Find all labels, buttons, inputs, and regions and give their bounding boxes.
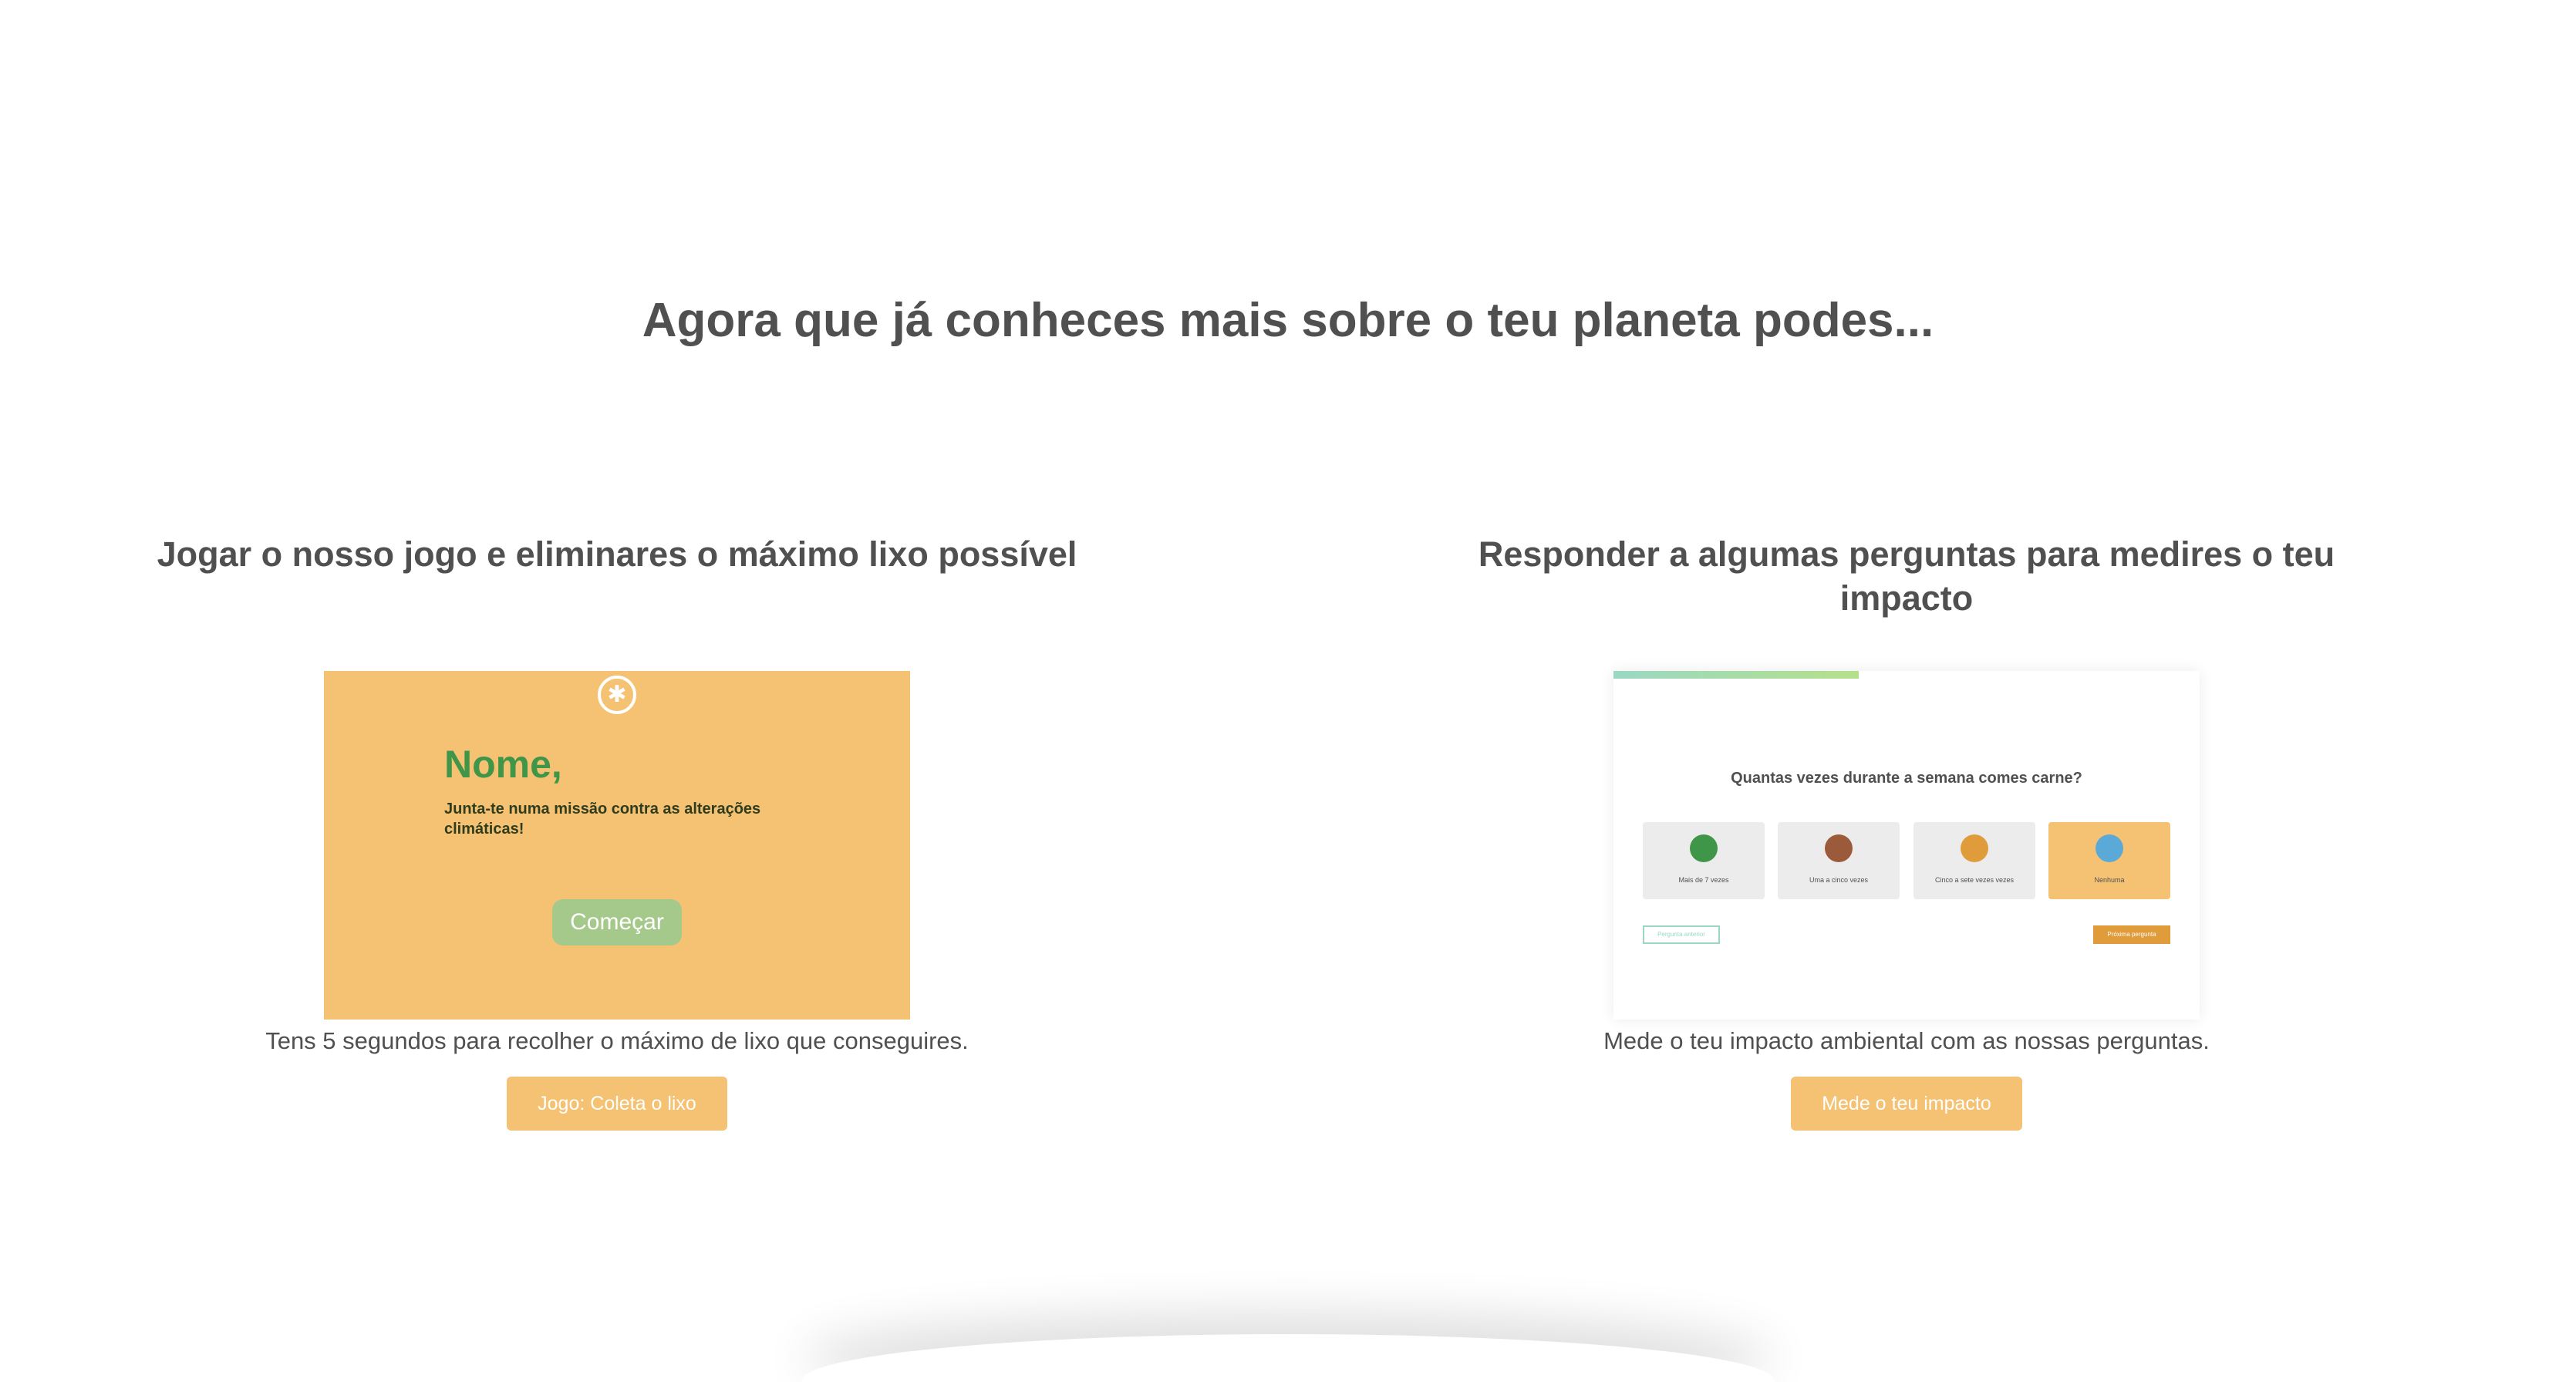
quiz-preview-options: Mais de 7 vezes Uma a cinco vezes Cinco … xyxy=(1643,822,2170,899)
quiz-option-label: Mais de 7 vezes xyxy=(1678,876,1729,884)
quiz-card-title: Responder a algumas perguntas para medir… xyxy=(1478,534,2335,618)
quiz-card-description: Mede o teu impacto ambiental com as noss… xyxy=(1603,1027,2210,1054)
game-preview-text: Junta-te numa missão contra as alteraçõe… xyxy=(444,801,761,838)
quiz-preview-image: Quantas vezes durante a semana comes car… xyxy=(1613,671,2200,1020)
meat-icon xyxy=(1690,834,1718,862)
game-preview-name: Nome, xyxy=(444,743,562,786)
quiz-preview-prev-button: Pergunta anterior xyxy=(1643,925,1720,944)
game-preview-image: ✱ Nome, Junta-te numa missão contra as a… xyxy=(324,671,910,1020)
quiz-option-label: Uma a cinco vezes xyxy=(1809,876,1869,884)
quiz-option: Cinco a sete vezes vezes xyxy=(1913,822,2035,899)
quiz-option: Uma a cinco vezes xyxy=(1778,822,1900,899)
leaf-logo-icon: ✱ xyxy=(598,676,636,714)
quiz-preview-question: Quantas vezes durante a semana comes car… xyxy=(1731,770,2082,787)
quiz-progress-bar xyxy=(1613,671,1859,679)
quiz-button[interactable]: Mede o teu impacto xyxy=(1791,1077,2022,1131)
game-button[interactable]: Jogo: Coleta o lixo xyxy=(507,1077,727,1131)
steak-icon xyxy=(1825,834,1853,862)
game-card-description: Tens 5 segundos para recolher o máximo d… xyxy=(265,1027,969,1054)
page-heading: Agora que já conheces mais sobre o teu p… xyxy=(642,294,1934,347)
quiz-card: Responder a algumas perguntas para medir… xyxy=(1444,532,2369,1131)
game-preview-start-button: Começar xyxy=(552,899,682,945)
game-card: Jogar o nosso jogo e eliminares o máximo… xyxy=(154,532,1080,1131)
quiz-option-selected: Nenhuma xyxy=(2048,822,2170,899)
footer-shadow xyxy=(802,1334,1774,1382)
quiz-option: Mais de 7 vezes xyxy=(1643,822,1765,899)
quiz-option-label: Nenhuma xyxy=(2094,876,2125,884)
game-card-title: Jogar o nosso jogo e eliminares o máximo… xyxy=(157,534,1077,574)
quiz-option-label: Cinco a sete vezes vezes xyxy=(1934,876,2015,884)
burger-icon xyxy=(1961,834,1988,862)
quiz-preview-next-button: Próxima pergunta xyxy=(2093,925,2170,944)
salad-icon xyxy=(2096,834,2123,862)
